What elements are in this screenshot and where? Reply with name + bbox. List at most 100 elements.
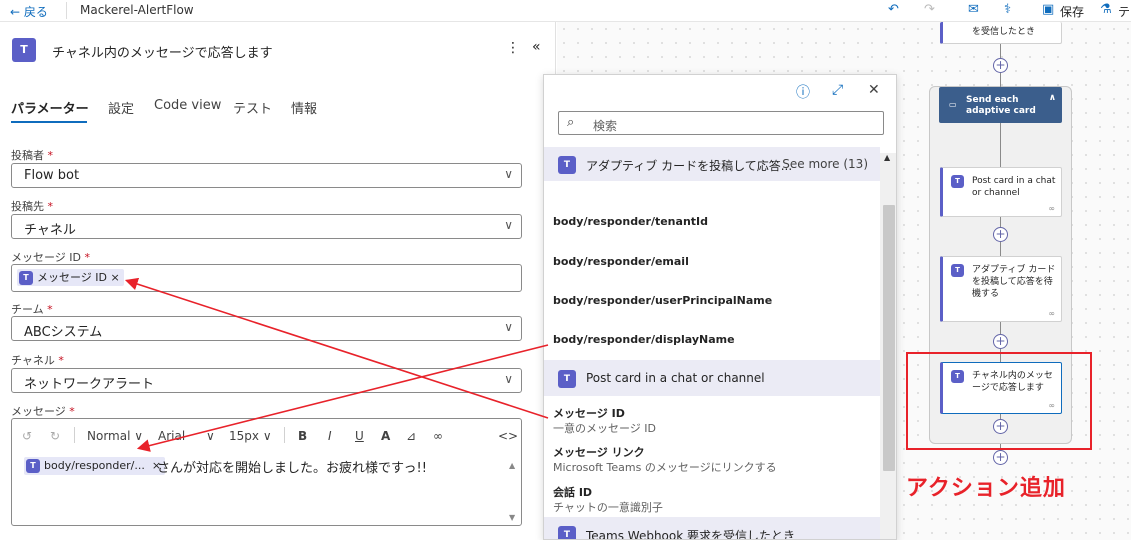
channel-select[interactable]: ネットワークアラート ∨ <box>11 368 522 393</box>
teams-icon: T <box>951 264 964 277</box>
chevron-up-icon[interactable]: ∧ <box>1049 93 1056 103</box>
panel-title: チャネル内のメッセージで応答します <box>52 46 273 61</box>
scroll-up-icon[interactable]: ▲ <box>509 461 515 470</box>
chevron-down-icon: ∨ <box>504 218 513 232</box>
link-icon: ∞ <box>1048 309 1055 318</box>
connector <box>1000 73 1001 87</box>
scroll-down-icon[interactable]: ▼ <box>509 513 515 522</box>
chevron-down-icon: ∨ <box>504 372 513 386</box>
scroll-up-icon[interactable]: ▲ <box>884 153 890 162</box>
add-action-icon[interactable]: + <box>993 227 1008 242</box>
back-button[interactable]: ← 戻る <box>10 3 48 20</box>
save-icon[interactable]: ▣ <box>1042 2 1054 17</box>
flow-checker-icon[interactable]: ⚕ <box>1004 2 1011 17</box>
field-label: チーム * <box>11 303 53 316</box>
highlight-box <box>906 352 1092 450</box>
list-item-message-link[interactable]: メッセージ リンク <box>553 444 645 460</box>
format-select[interactable]: Normal ∨ <box>87 429 143 443</box>
card-title: Send each adaptive card <box>966 95 1036 116</box>
dynamic-content-popup: ⓘ ⤢ ✕ ⌕ 検索 T アダプティブ カードを投稿して応答... See mo… <box>543 74 897 540</box>
link-icon: ∞ <box>1048 204 1055 213</box>
expand-icon[interactable]: ⤢ <box>832 82 843 98</box>
group-header-post-card[interactable]: T Post card in a chat or channel <box>544 360 880 396</box>
team-select[interactable]: ABCシステム ∨ <box>11 316 522 341</box>
group-header-webhook[interactable]: T Teams Webhook 要求を受信したとき <box>544 517 880 540</box>
send-each-header[interactable]: ▭ Send each adaptive card ∧ <box>939 87 1062 123</box>
message-editor[interactable]: ↺ ↻ Normal ∨ Arial ∨ 15px ∨ B I U A ⊿ ∞ … <box>11 418 522 526</box>
info-icon[interactable]: ⓘ <box>796 82 810 102</box>
post-in-value: チャネル <box>24 223 76 238</box>
underline-icon[interactable]: U <box>355 429 364 443</box>
field-label: チャネル * <box>11 354 64 367</box>
font-color-icon[interactable]: A <box>381 429 390 443</box>
font-size-select[interactable]: 15px ∨ <box>229 429 272 443</box>
group-title: アダプティブ カードを投稿して応答... <box>586 159 793 173</box>
field-label: 投稿先 * <box>11 200 53 213</box>
active-tab-indicator <box>11 121 87 123</box>
message-id-token[interactable]: T メッセージ ID × <box>17 269 124 286</box>
list-item-conversation-id[interactable]: 会話 ID <box>553 484 592 500</box>
link-icon[interactable]: ∞ <box>433 429 443 443</box>
teams-icon: T <box>19 271 33 285</box>
tab-parameters[interactable]: パラメーター <box>11 98 89 117</box>
search-placeholder: 検索 <box>593 119 618 133</box>
test-icon[interactable]: ⚗ <box>1100 2 1112 17</box>
responder-token[interactable]: Tbody/responder/... × <box>24 457 166 475</box>
code-view-icon[interactable]: <> <box>498 429 518 443</box>
group-title: Teams Webhook 要求を受信したとき <box>586 529 795 540</box>
more-options-icon[interactable]: ⋮ <box>506 40 520 56</box>
close-icon[interactable]: ✕ <box>868 82 880 98</box>
save-button[interactable]: 保存 <box>1060 3 1084 20</box>
divider <box>74 427 75 443</box>
list-item[interactable]: body/responder/displayName <box>553 333 735 346</box>
list-item[interactable]: body/responder/tenantId <box>553 215 708 228</box>
post-card-action[interactable]: T Post card in a chat or channel ∞ <box>940 167 1062 217</box>
scrollbar[interactable]: ▲ <box>880 153 896 539</box>
connector <box>1000 123 1001 167</box>
undo-icon[interactable]: ↶ <box>888 2 899 17</box>
bold-icon[interactable]: B <box>298 429 307 443</box>
test-button[interactable]: テ <box>1118 3 1130 20</box>
field-label: 投稿者 * <box>11 149 53 162</box>
font-select[interactable]: Arial <box>158 429 185 443</box>
comments-icon[interactable]: ✉ <box>968 2 979 17</box>
action-properties-panel: T チャネル内のメッセージで応答します ⋮ « パラメーター 設定 Code v… <box>0 22 556 540</box>
redo-icon[interactable]: ↻ <box>50 429 60 443</box>
redo-icon[interactable]: ↷ <box>924 2 935 17</box>
add-action-icon[interactable]: + <box>993 334 1008 349</box>
message-id-field[interactable]: T メッセージ ID × <box>11 264 522 292</box>
list-item-message-id[interactable]: メッセージ ID <box>553 405 625 421</box>
tab-test[interactable]: テスト <box>233 98 272 117</box>
teams-icon: T <box>558 526 576 539</box>
see-more-link[interactable]: See more (13) <box>782 157 868 171</box>
list-item[interactable]: body/responder/userPrincipalName <box>553 294 772 307</box>
connector <box>1000 217 1001 227</box>
search-input[interactable]: ⌕ 検索 <box>558 111 884 135</box>
designer-canvas <box>557 22 897 74</box>
tab-code-view[interactable]: Code view <box>154 98 221 113</box>
group-header-adaptive-card[interactable]: T アダプティブ カードを投稿して応答... See more (13) <box>544 147 880 181</box>
teams-icon: T <box>26 459 40 473</box>
chevron-down-icon[interactable]: ∨ <box>206 429 215 443</box>
highlight-icon[interactable]: ⊿ <box>406 429 416 443</box>
post-in-select[interactable]: チャネル ∨ <box>11 214 522 239</box>
trigger-card[interactable]: を受信したとき <box>940 22 1062 44</box>
tab-info[interactable]: 情報 <box>291 98 317 117</box>
italic-icon[interactable]: I <box>328 429 332 443</box>
adaptive-card-wait-action[interactable]: T アダプティブ カードを投稿して応答を待機する ∞ <box>940 256 1062 322</box>
poster-select[interactable]: Flow bot ∨ <box>11 163 522 188</box>
teams-icon: T <box>12 38 36 62</box>
team-value: ABCシステム <box>24 325 103 340</box>
list-item[interactable]: body/responder/email <box>553 255 689 268</box>
message-text: さんが対応を開始しました。お疲れ様ですっ!! <box>157 461 427 476</box>
add-action-icon[interactable]: + <box>993 58 1008 73</box>
tab-settings[interactable]: 設定 <box>108 98 134 117</box>
undo-icon[interactable]: ↺ <box>22 429 32 443</box>
scrollbar-thumb[interactable] <box>883 205 895 471</box>
teams-icon: T <box>951 175 964 188</box>
item-description: Microsoft Teams のメッセージにリンクする <box>553 461 777 474</box>
collapse-panel-icon[interactable]: « <box>532 39 541 55</box>
card-title: Post card in a chat or channel <box>972 176 1056 198</box>
add-action-icon[interactable]: + <box>993 450 1008 465</box>
loop-icon: ▭ <box>949 100 957 109</box>
